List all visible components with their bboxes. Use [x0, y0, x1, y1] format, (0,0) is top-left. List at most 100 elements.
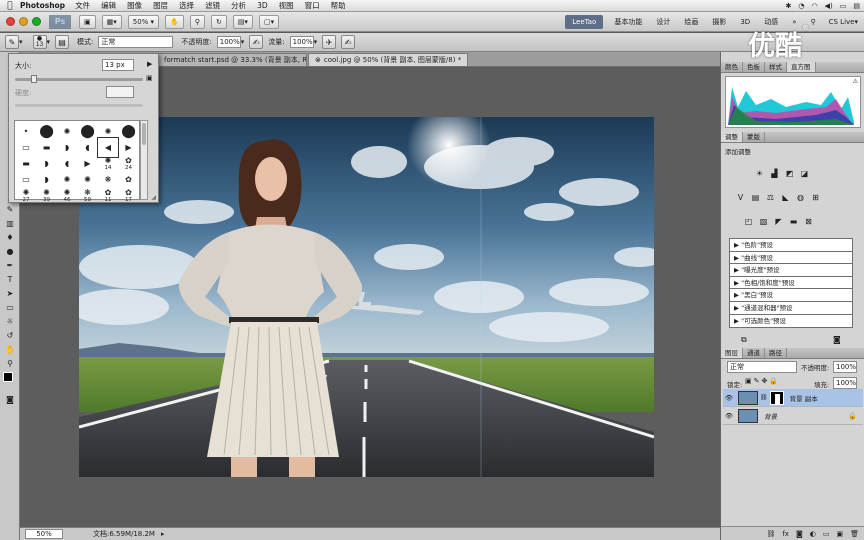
screen-mode-button[interactable]: ▢▾	[258, 14, 280, 29]
zoom-tool-button[interactable]: ⚲	[189, 14, 205, 29]
menu-image[interactable]: 图像	[127, 0, 142, 11]
bridge-button[interactable]: ▣	[79, 14, 96, 29]
menu-3d[interactable]: 3D	[257, 1, 268, 10]
color-swatches[interactable]	[2, 371, 18, 387]
tab-masks[interactable]: 蒙版	[743, 132, 765, 142]
resize-grip-icon[interactable]: ◢	[151, 194, 156, 201]
preset-hue-saturation[interactable]: ▶ "色相/饱和度"预设	[730, 277, 852, 290]
pen-tool-icon[interactable]: ✒	[2, 259, 18, 272]
close-tab-icon[interactable]: ⊗	[315, 56, 321, 64]
new-preset-icon[interactable]: ▣	[146, 74, 153, 82]
channel-mixer-icon[interactable]: ⊞	[810, 192, 821, 203]
presets-scroll-thumb[interactable]	[142, 123, 146, 145]
menu-window[interactable]: 窗口	[305, 0, 320, 11]
status-zoom-input[interactable]: 50%	[25, 529, 63, 539]
menu-layer[interactable]: 图层	[153, 0, 168, 11]
app-name[interactable]: Photoshop	[20, 1, 65, 10]
brush-preset[interactable]: ✺ 46	[57, 186, 77, 205]
quick-mask-icon[interactable]: ◙	[2, 393, 18, 406]
battery-icon[interactable]: ▭	[840, 2, 847, 10]
tab-color[interactable]: 颜色	[721, 62, 743, 72]
flow-input[interactable]: 100% ▾	[289, 36, 317, 48]
dodge-tool-icon[interactable]: ●	[2, 245, 18, 258]
workspace-photography[interactable]: 摄影	[705, 17, 733, 27]
workspace-leetao[interactable]: LeeTao	[565, 15, 604, 29]
link-layers-icon[interactable]: ⛓	[766, 530, 775, 538]
zoom-tool-icon[interactable]: ⚲	[2, 357, 18, 370]
histogram-warning-icon[interactable]: ⚠	[853, 78, 858, 85]
layer-mask-thumbnail[interactable]	[769, 390, 784, 405]
layer-opacity-input[interactable]: 100%	[833, 361, 857, 373]
photo-filter-icon[interactable]: ◍	[795, 192, 806, 203]
extras-button[interactable]: ▦▾	[101, 14, 122, 29]
minimize-window-button[interactable]	[19, 17, 28, 26]
preset-exposure[interactable]: ▶ "曝光度"预设	[730, 264, 852, 277]
threshold-icon[interactable]: ◤	[773, 216, 784, 227]
hand-tool-button[interactable]: ✋	[165, 14, 184, 29]
menu-file[interactable]: 文件	[75, 0, 90, 11]
tab-channels[interactable]: 通道	[743, 348, 765, 358]
layer-style-icon[interactable]: fx	[782, 530, 789, 538]
brush-preset[interactable]: ✺ 39	[37, 186, 57, 205]
tab-formatch[interactable]: formatch start.psd @ 33.3% (背景 副本, RGB/8…	[157, 53, 307, 66]
invert-icon[interactable]: ◰	[743, 216, 754, 227]
menu-help[interactable]: 帮助	[331, 0, 346, 11]
brush-preset[interactable]: ✿ 17	[119, 186, 139, 205]
path-selection-tool-icon[interactable]: ➤	[2, 287, 18, 300]
tab-layers[interactable]: 图层	[721, 348, 743, 358]
hardness-input[interactable]	[106, 86, 134, 98]
workspace-design[interactable]: 设计	[649, 17, 677, 27]
delete-layer-icon[interactable]: 🗑	[850, 530, 859, 538]
new-adjustment-icon[interactable]: ◐	[810, 530, 816, 538]
blur-tool-icon[interactable]: ♦	[2, 231, 18, 244]
black-white-icon[interactable]: ◣	[780, 192, 791, 203]
exposure-icon[interactable]: ◪	[799, 168, 810, 179]
tab-adjustments[interactable]: 调整	[721, 132, 743, 142]
gradient-tool-icon[interactable]: ▥	[2, 217, 18, 230]
chain-link-icon[interactable]: ⛓	[760, 394, 768, 401]
tab-swatches[interactable]: 色板	[743, 62, 765, 72]
pressure-size-button[interactable]: ✍	[341, 35, 356, 49]
hue-saturation-icon[interactable]: ▤	[750, 192, 761, 203]
zoom-select[interactable]: 50% ▾	[127, 14, 160, 29]
preset-black-white[interactable]: ▶ "黑白"预设	[730, 289, 852, 302]
bluetooth-icon[interactable]: ✱	[786, 2, 792, 10]
color-balance-icon[interactable]: ⚖	[765, 192, 776, 203]
type-tool-icon[interactable]: T	[2, 273, 18, 286]
menu-analysis[interactable]: 分析	[231, 0, 246, 11]
vibrance-icon[interactable]: V	[735, 192, 746, 203]
menu-view[interactable]: 视图	[279, 0, 294, 11]
presets-scrollbar[interactable]	[140, 120, 148, 200]
tab-cool[interactable]: ⊗ cool.jpg @ 50% (背景 副本, 图层蒙版/8) *	[308, 53, 468, 66]
opacity-input[interactable]: 100% ▾	[216, 36, 244, 48]
menu-filter[interactable]: 滤镜	[205, 0, 220, 11]
3d-orbit-tool-icon[interactable]: ↺	[2, 329, 18, 342]
visibility-eye-icon[interactable]: 👁	[723, 394, 735, 402]
cs-live-button[interactable]: CS Live▾	[823, 18, 864, 26]
tab-histogram[interactable]: 直方图	[787, 62, 816, 72]
close-window-button[interactable]	[6, 17, 15, 26]
clip-layer-icon[interactable]: ⧉	[741, 335, 747, 345]
airbrush-button[interactable]: ✈	[322, 35, 337, 49]
brightness-contrast-icon[interactable]: ☀	[754, 168, 765, 179]
brush-panel-toggle[interactable]: ▤	[55, 35, 70, 49]
levels-icon[interactable]: ▟	[769, 168, 780, 179]
new-layer-icon[interactable]: ▣	[836, 530, 843, 538]
layer-name[interactable]: 背景 副本	[790, 393, 818, 403]
camera-icon[interactable]: ◙	[833, 335, 841, 344]
tool-preset-picker[interactable]: ✎ ▾	[5, 35, 23, 49]
popup-menu-icon[interactable]: ▶	[147, 60, 152, 68]
brush-preset[interactable]: ✿ 11	[98, 186, 118, 205]
brush-preset[interactable]: ✺ 27	[16, 186, 36, 205]
hardness-slider[interactable]	[15, 104, 143, 107]
fill-input[interactable]: 100%	[833, 377, 857, 389]
foreground-color[interactable]	[3, 372, 13, 382]
3d-rotate-tool-icon[interactable]: ☼	[2, 315, 18, 328]
add-mask-icon[interactable]: ◙	[796, 530, 803, 538]
workspace-painting[interactable]: 绘画	[677, 17, 705, 27]
preset-selective-color[interactable]: ▶ "可选颜色"预设	[730, 315, 852, 328]
wifi-icon[interactable]: ◠	[812, 2, 818, 10]
preset-levels[interactable]: ▶ "色阶"预设	[730, 239, 852, 252]
arrange-documents-button[interactable]: ▤▾	[232, 14, 253, 29]
lock-icons[interactable]: ▣✎✥🔒	[745, 377, 780, 385]
